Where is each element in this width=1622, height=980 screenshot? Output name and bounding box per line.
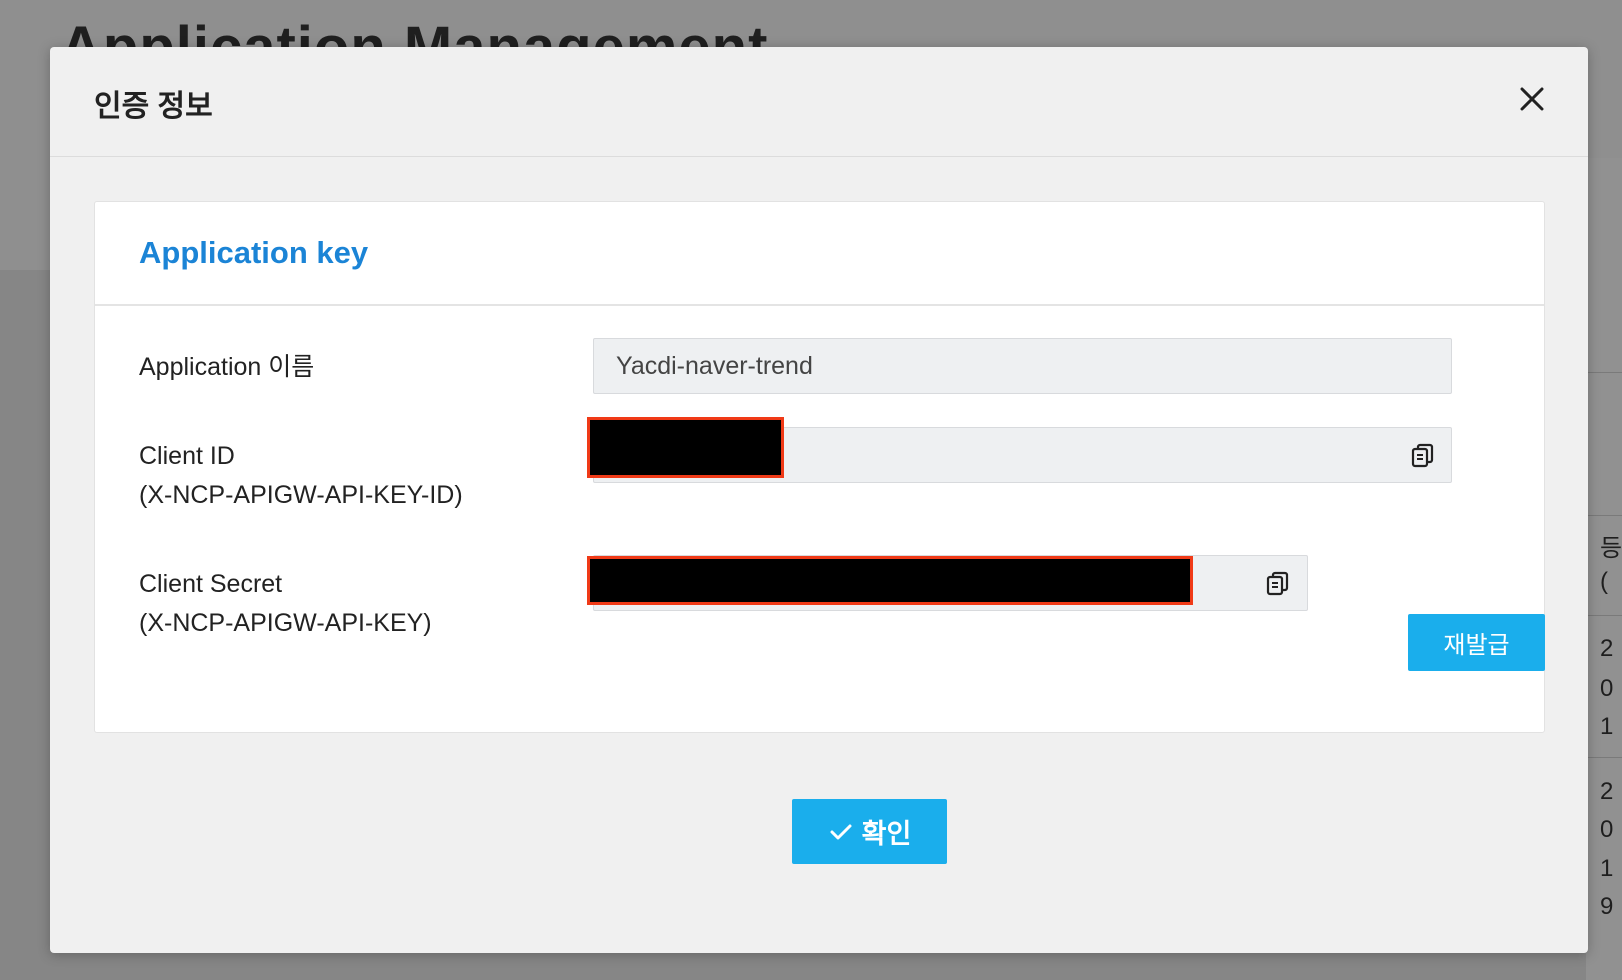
- background-table-cell: 2: [1600, 635, 1614, 662]
- client-secret-redaction: [587, 556, 1193, 605]
- background-table-cell: 0: [1600, 816, 1614, 843]
- background-divider: [1586, 615, 1622, 616]
- application-key-card: Application key Application 이름 Yacdi-nav…: [94, 201, 1545, 733]
- background-table-cell: 0: [1600, 675, 1614, 702]
- client-id-header-name: (X-NCP-APIGW-API-KEY-ID): [139, 481, 463, 509]
- client-id-redaction: [587, 417, 784, 478]
- card-title: Application key: [139, 235, 369, 270]
- client-id-label: Client ID: [139, 442, 235, 470]
- background-divider: [1586, 372, 1622, 373]
- background-divider: [1586, 757, 1622, 758]
- reissue-button[interactable]: 재발급: [1408, 614, 1545, 671]
- app-name-value: Yacdi-naver-trend: [616, 352, 813, 380]
- close-icon[interactable]: [1516, 83, 1548, 115]
- background-table-cell: 9: [1600, 893, 1614, 920]
- background-divider: [1586, 515, 1622, 516]
- client-secret-label: Client Secret: [139, 570, 283, 598]
- auth-info-modal: 인증 정보 Application key Application 이름 Yac…: [50, 47, 1588, 953]
- confirm-label: 확인: [861, 819, 912, 849]
- background-table-cell: 등: [1600, 535, 1622, 562]
- client-secret-header-name: (X-NCP-APIGW-API-KEY): [139, 609, 432, 637]
- check-icon: [830, 824, 852, 839]
- background-table-cell: 1: [1600, 855, 1614, 882]
- copy-icon[interactable]: [1409, 441, 1437, 469]
- background-table-cell: 1: [1600, 713, 1614, 740]
- copy-icon[interactable]: [1264, 569, 1292, 597]
- background-table-cell: (: [1600, 568, 1608, 595]
- app-name-field: Yacdi-naver-trend: [593, 338, 1452, 394]
- modal-title: 인증 정보: [94, 90, 213, 123]
- card-header: Application key: [95, 202, 1544, 306]
- confirm-button[interactable]: 확인: [792, 799, 947, 864]
- modal-header: 인증 정보: [50, 47, 1588, 157]
- background-table-cell: 2: [1600, 778, 1614, 805]
- app-name-label: Application 이름: [139, 353, 315, 381]
